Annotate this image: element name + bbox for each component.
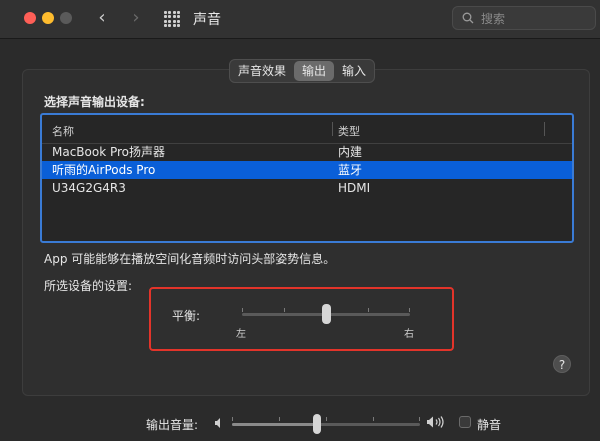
column-header-type[interactable]: 类型 — [338, 123, 360, 139]
output-volume-slider-track[interactable] — [232, 423, 420, 426]
column-divider — [332, 122, 333, 136]
device-type: 蓝牙 — [338, 163, 363, 177]
search-field[interactable] — [452, 6, 596, 31]
tab-bar: 声音效果 输出 输入 — [229, 59, 376, 83]
device-name: 听雨的AirPods Pro — [52, 163, 156, 177]
output-device-table[interactable]: 名称 类型 MacBook Pro扬声器 内建 听雨的AirPods Pro 蓝… — [40, 113, 574, 243]
mute-label: 静音 — [477, 418, 502, 432]
tab-output[interactable]: 输出 — [294, 61, 335, 81]
balance-tick — [242, 308, 243, 312]
output-volume-slider-knob[interactable] — [312, 414, 321, 434]
zoom-window-button[interactable] — [60, 12, 72, 24]
tab-input[interactable]: 输入 — [334, 60, 374, 82]
volume-tick — [373, 417, 374, 421]
table-row-selected[interactable]: 听雨的AirPods Pro 蓝牙 — [42, 161, 572, 179]
device-name: MacBook Pro扬声器 — [52, 145, 166, 159]
volume-tick — [232, 417, 233, 421]
search-icon — [462, 12, 474, 24]
show-all-grid-icon[interactable] — [164, 11, 180, 27]
column-divider — [544, 122, 545, 136]
output-volume-bar — [0, 402, 600, 441]
column-header-name[interactable]: 名称 — [52, 123, 74, 139]
table-row[interactable]: U34G2G4R3 HDMI — [42, 179, 572, 197]
speaker-low-icon — [215, 418, 220, 428]
balance-tick — [284, 308, 285, 312]
balance-left-label: 左 — [236, 329, 246, 340]
balance-label: 平衡: — [172, 309, 201, 323]
volume-tick — [419, 417, 420, 421]
balance-tick — [409, 308, 410, 312]
output-volume-fill — [232, 423, 317, 426]
back-arrow-icon[interactable]: ‹ — [92, 7, 112, 29]
window-title: 声音 — [193, 12, 221, 28]
table-header: 名称 类型 — [42, 115, 572, 144]
mute-checkbox[interactable] — [459, 416, 471, 428]
speaker-high-icon — [427, 416, 444, 428]
minimize-window-button[interactable] — [42, 12, 54, 24]
table-row[interactable]: MacBook Pro扬声器 内建 — [42, 143, 572, 161]
volume-tick — [279, 417, 280, 421]
forward-arrow-icon[interactable]: › — [126, 7, 146, 29]
output-volume-label: 输出音量: — [146, 418, 199, 432]
tab-sound-effects[interactable]: 声音效果 — [230, 60, 294, 82]
device-type: 内建 — [338, 145, 363, 159]
balance-right-label: 右 — [404, 329, 414, 340]
close-window-button[interactable] — [24, 12, 36, 24]
title-bar: ‹ › 声音 — [0, 0, 600, 39]
selected-device-settings-label: 所选设备的设置: — [44, 279, 133, 293]
volume-tick — [326, 417, 327, 421]
device-name: U34G2G4R3 — [52, 181, 126, 195]
help-button[interactable]: ? — [553, 355, 571, 373]
choose-output-device-label: 选择声音输出设备: — [44, 95, 145, 109]
balance-tick — [368, 308, 369, 312]
balance-slider-knob[interactable] — [321, 304, 331, 324]
device-type: HDMI — [338, 181, 371, 195]
spatial-audio-note: App 可能能够在播放空间化音频时访问头部姿势信息。 — [44, 252, 336, 266]
sound-preferences-window: ‹ › 声音 声音效果 输出 输入 选择声音输出设备: 名称 类型 — [0, 0, 600, 441]
search-input[interactable] — [479, 7, 593, 31]
